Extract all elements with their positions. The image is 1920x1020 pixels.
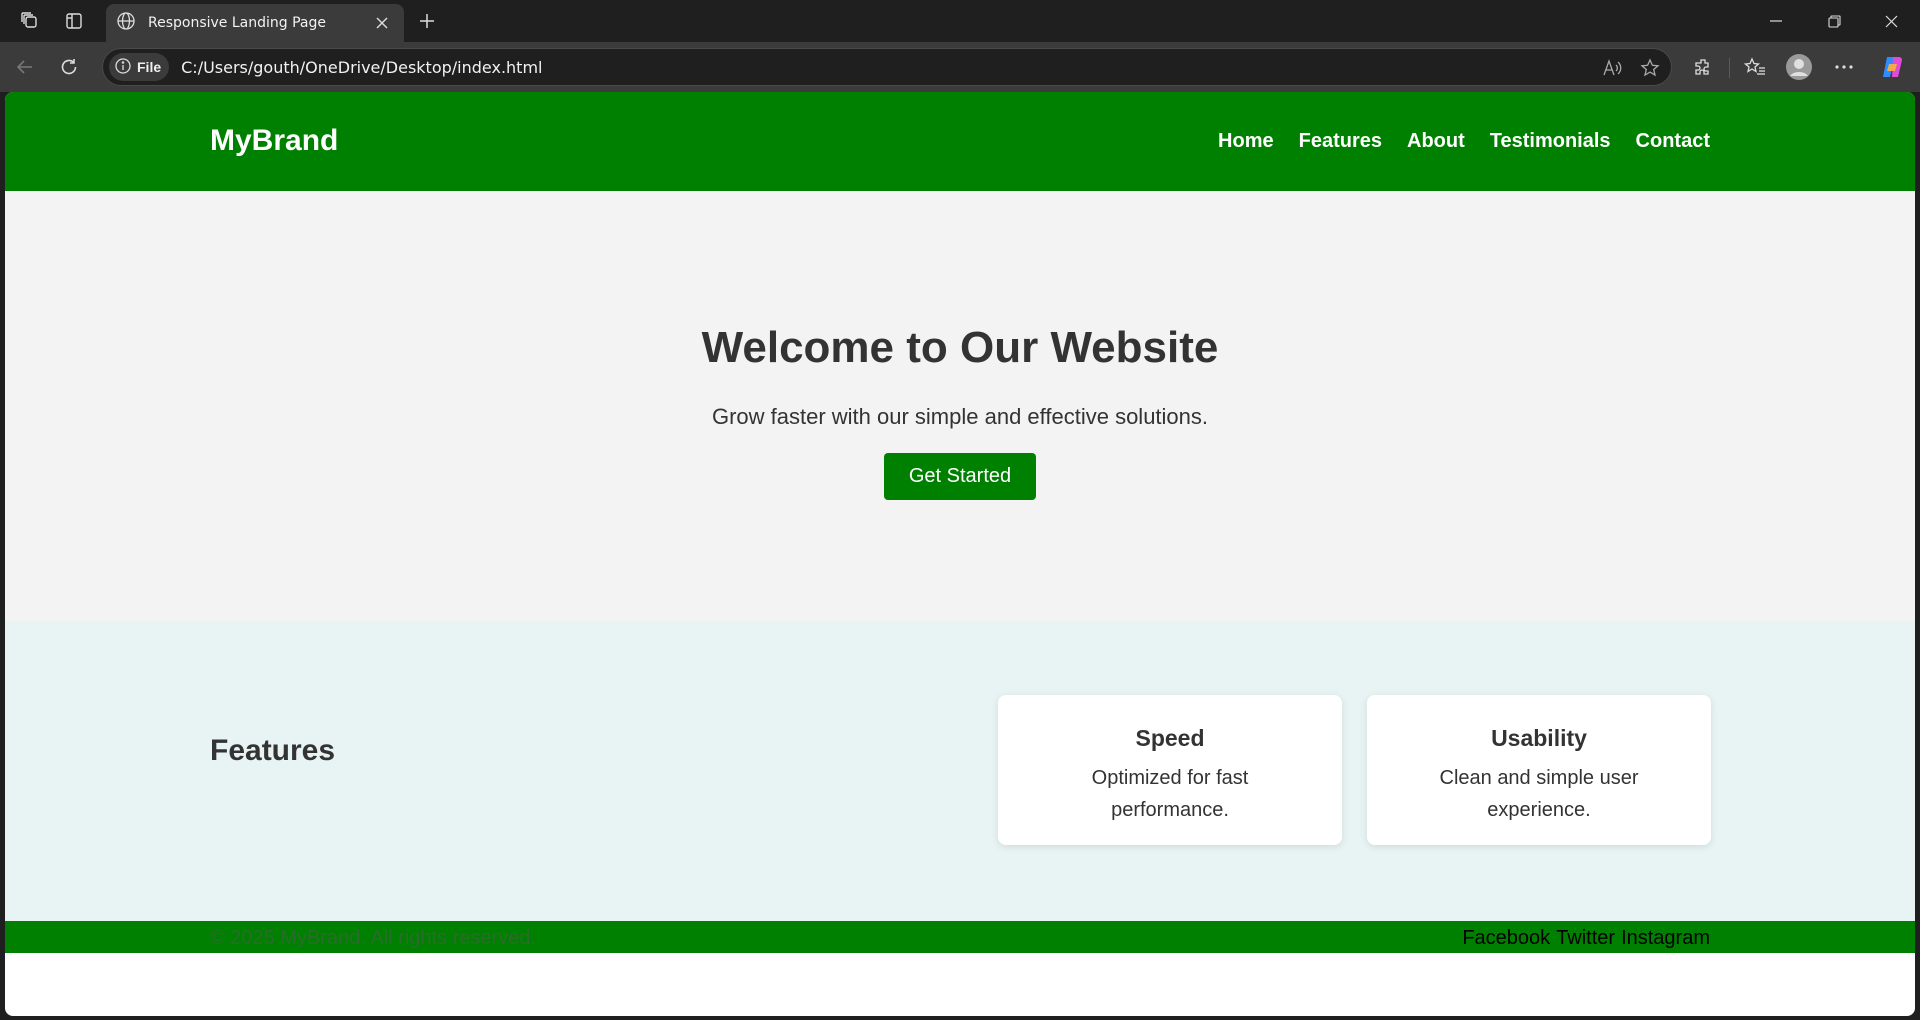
vertical-tabs-icon[interactable] <box>57 4 91 38</box>
new-tab-icon[interactable] <box>410 4 444 38</box>
site-footer: © 2025 MyBrand. All rights reserved. Fac… <box>5 921 1915 953</box>
nav-link-about[interactable]: About <box>1407 130 1465 153</box>
minimize-icon[interactable] <box>1747 0 1805 42</box>
toolbar-divider <box>1729 58 1730 78</box>
facebook-link[interactable]: Facebook <box>1462 927 1550 950</box>
restore-icon[interactable] <box>1805 0 1863 42</box>
nav-link-testimonials[interactable]: Testimonials <box>1490 130 1611 153</box>
url-text[interactable]: C:/Users/gouth/OneDrive/Desktop/index.ht… <box>181 58 542 77</box>
refresh-icon[interactable] <box>52 50 86 84</box>
nav-link-features[interactable]: Features <box>1299 130 1382 153</box>
tab-title: Responsive Landing Page <box>148 15 326 31</box>
workspaces-icon[interactable] <box>13 4 47 38</box>
copilot-icon[interactable] <box>1874 50 1910 84</box>
feature-card-usability: Usability Clean and simple user experien… <box>1367 695 1711 845</box>
page-viewport: MyBrand Home Features About Testimonials… <box>5 92 1915 1016</box>
instagram-link[interactable]: Instagram <box>1621 927 1710 950</box>
browser-tab-bar: Responsive Landing Page <box>0 0 1920 42</box>
brand-logo[interactable]: MyBrand <box>210 124 338 158</box>
feature-card-text: Clean and simple user experience. <box>1439 767 1639 821</box>
get-started-button[interactable]: Get Started <box>884 453 1036 500</box>
social-links: Facebook Twitter Instagram <box>1462 927 1710 950</box>
close-tab-icon[interactable] <box>370 11 394 35</box>
feature-card-title: Usability <box>1491 725 1587 751</box>
feature-card-speed: Speed Optimized for fast performance. <box>998 695 1342 845</box>
hero-section: Welcome to Our Website Grow faster with … <box>5 191 1915 621</box>
info-icon <box>115 57 131 77</box>
nav-link-contact[interactable]: Contact <box>1636 130 1710 153</box>
site-info-button[interactable]: File <box>109 53 170 81</box>
site-chip-label: File <box>137 59 162 75</box>
close-window-icon[interactable] <box>1862 0 1920 42</box>
read-aloud-icon[interactable] <box>1597 53 1627 83</box>
features-title: Features <box>210 734 336 767</box>
more-options-icon[interactable] <box>1826 50 1862 84</box>
hero-subtitle: Grow faster with our simple and effectiv… <box>711 404 1209 429</box>
browser-toolbar: File C:/Users/gouth/OneDrive/Desktop/ind… <box>0 42 1920 92</box>
site-header: MyBrand Home Features About Testimonials… <box>5 92 1915 191</box>
extensions-icon[interactable] <box>1685 50 1721 84</box>
nav-link-home[interactable]: Home <box>1218 130 1274 153</box>
hero-title: Welcome to Our Website <box>701 323 1219 372</box>
back-arrow-icon[interactable] <box>8 50 42 84</box>
favorite-star-icon[interactable] <box>1635 53 1665 83</box>
feature-card-text: Optimized for fast performance. <box>1091 767 1249 821</box>
feature-card-title: Speed <box>1135 725 1205 751</box>
active-tab[interactable]: Responsive Landing Page <box>106 4 404 42</box>
twitter-link[interactable]: Twitter <box>1556 927 1615 950</box>
profile-avatar-icon[interactable] <box>1781 50 1817 84</box>
features-section: Features Speed Optimized for fast perfor… <box>5 621 1915 921</box>
favorites-icon[interactable] <box>1737 50 1773 84</box>
address-bar[interactable]: File C:/Users/gouth/OneDrive/Desktop/ind… <box>102 48 1672 86</box>
globe-icon <box>116 11 136 36</box>
copyright-text: © 2025 MyBrand. All rights reserved. <box>210 927 536 949</box>
main-nav: Home Features About Testimonials Contact <box>1218 130 1710 153</box>
